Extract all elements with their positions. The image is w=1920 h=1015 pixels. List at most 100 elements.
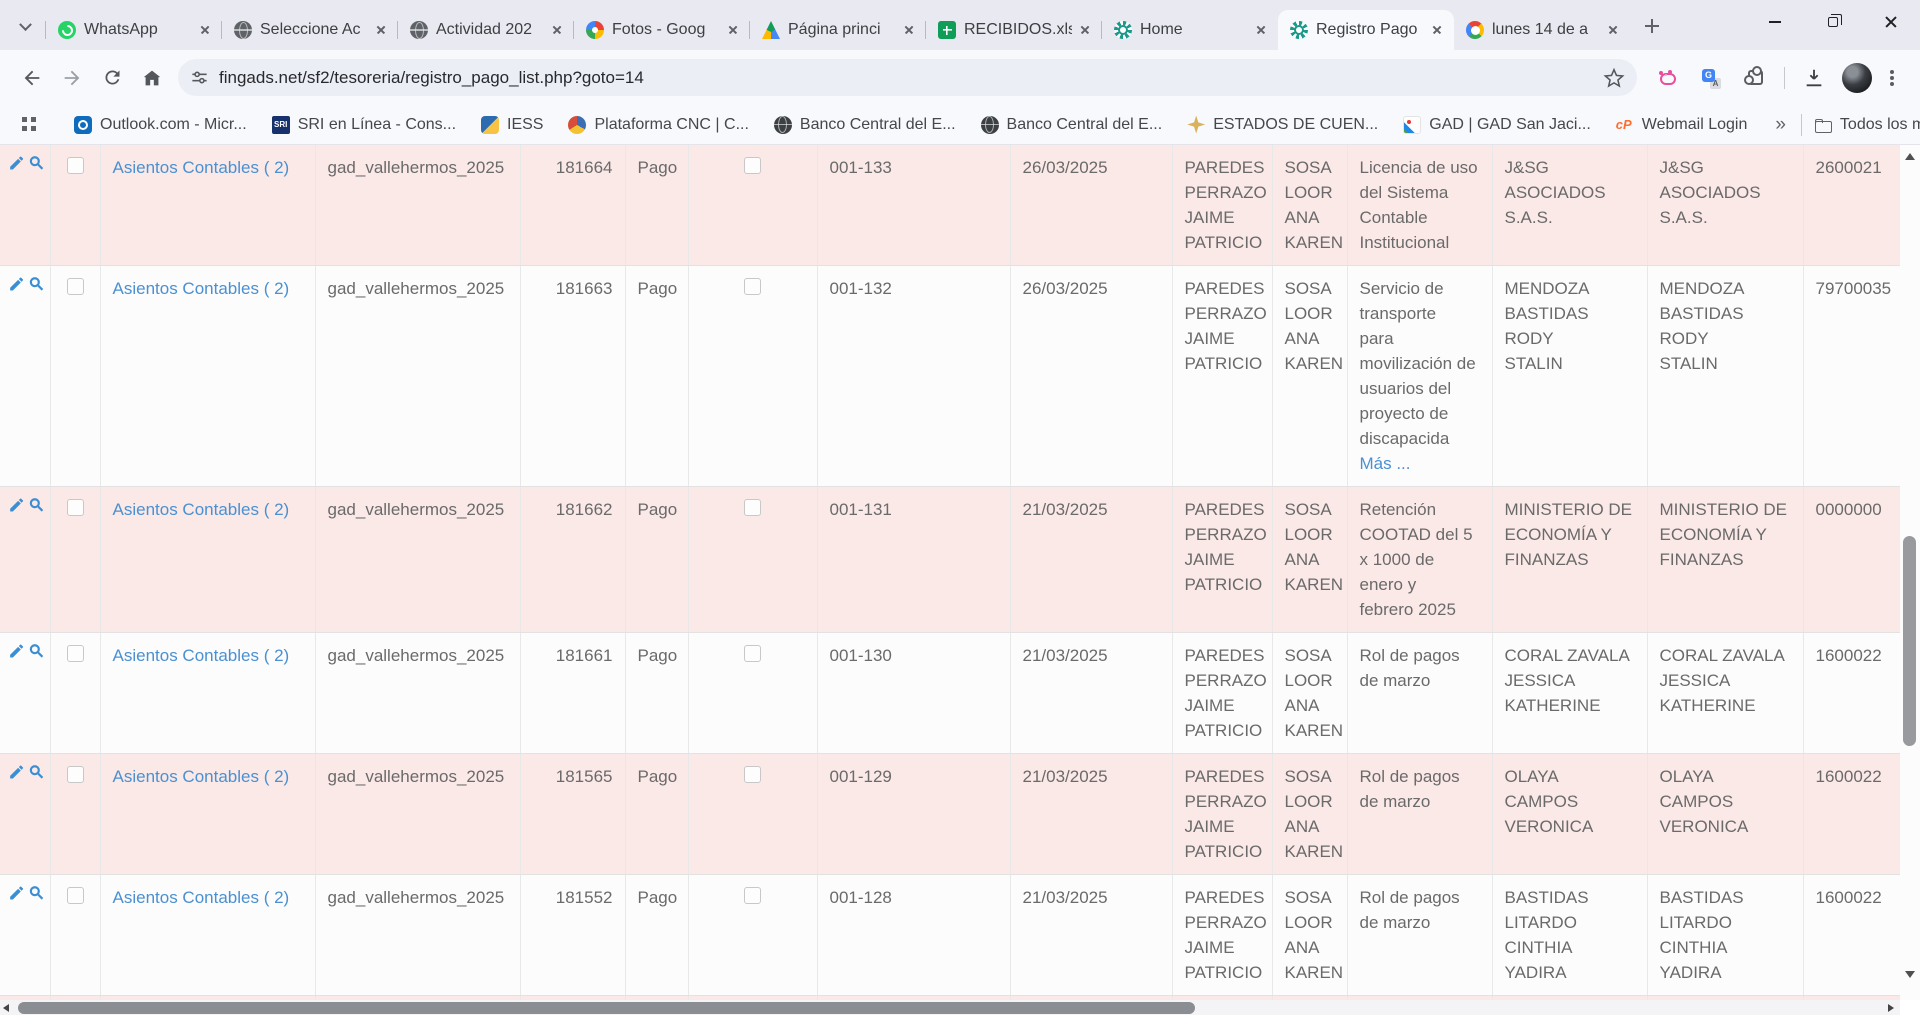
search-icon[interactable]	[28, 274, 45, 294]
table-row: Asientos Contables ( 2) gad_vallehermos_…	[0, 875, 1900, 996]
extensions-button[interactable]	[1735, 58, 1775, 98]
row-flag-checkbox[interactable]	[744, 766, 761, 783]
search-icon[interactable]	[28, 153, 45, 173]
edit-icon[interactable]	[8, 495, 25, 515]
browser-tab[interactable]: Seleccione Ac	[222, 10, 398, 50]
browser-tab[interactable]: lunes 14 de a	[1454, 10, 1630, 50]
scroll-up-icon[interactable]	[1905, 153, 1915, 160]
tab-title: Registro Pago	[1316, 21, 1424, 39]
asientos-contables-link[interactable]: Asientos Contables ( 2)	[113, 767, 290, 786]
close-button[interactable]	[1862, 0, 1920, 44]
tab-close-icon[interactable]	[1428, 21, 1446, 39]
search-icon[interactable]	[28, 762, 45, 782]
browser-tab[interactable]: Registro Pago	[1278, 10, 1454, 50]
downloads-button[interactable]	[1794, 58, 1834, 98]
asientos-contables-link[interactable]: Asientos Contables ( 2)	[113, 158, 290, 177]
bookmark-item[interactable]: ESTADOS DE CUEN...	[1180, 112, 1385, 138]
browser-tab[interactable]: WhatsApp	[46, 10, 222, 50]
edit-icon[interactable]	[8, 883, 25, 903]
browser-tab[interactable]: Home	[1102, 10, 1278, 50]
edit-icon[interactable]	[8, 641, 25, 661]
scroll-right-icon[interactable]	[1888, 1004, 1894, 1012]
tab-close-icon[interactable]	[724, 21, 742, 39]
minimize-button[interactable]	[1746, 0, 1804, 44]
edit-icon[interactable]	[8, 153, 25, 173]
vertical-scrollbar-thumb[interactable]	[1903, 536, 1916, 746]
mas-link[interactable]: Más ...	[1360, 451, 1480, 476]
all-bookmarks-button[interactable]: Todos los marcadores	[1807, 112, 1920, 138]
tab-close-icon[interactable]	[1604, 21, 1622, 39]
scroll-down-icon[interactable]	[1905, 971, 1915, 978]
all-bookmarks[interactable]: Todos los marcadores	[1796, 112, 1920, 138]
row-flag-checkbox[interactable]	[744, 499, 761, 516]
tab-close-icon[interactable]	[1076, 21, 1094, 39]
asientos-contables-link[interactable]: Asientos Contables ( 2)	[113, 646, 290, 665]
restore-button[interactable]	[1804, 0, 1862, 44]
row-select-checkbox[interactable]	[67, 278, 84, 295]
cell-tipo: Pago	[638, 885, 676, 910]
home-button[interactable]	[132, 58, 172, 98]
url-text[interactable]: fingads.net/sf2/tesoreria/registro_pago_…	[219, 68, 1603, 88]
cell-id: 181565	[533, 764, 613, 789]
bookmark-item[interactable]: IESS	[474, 112, 550, 138]
bookmarks-overflow-chevron[interactable]: »	[1765, 114, 1796, 136]
browser-tab[interactable]: Página princi	[750, 10, 926, 50]
tab-close-icon[interactable]	[900, 21, 918, 39]
translate-button[interactable]	[1691, 58, 1731, 98]
horizontal-scrollbar[interactable]	[0, 1000, 1900, 1015]
cell-fecha: 21/03/2025	[1023, 885, 1160, 910]
tab-close-icon[interactable]	[196, 21, 214, 39]
bookmark-item[interactable]: GAD | GAD San Jaci...	[1396, 112, 1598, 138]
scroll-left-icon[interactable]	[3, 1004, 9, 1012]
search-icon[interactable]	[28, 495, 45, 515]
tab-close-icon[interactable]	[1252, 21, 1270, 39]
forward-button[interactable]	[52, 58, 92, 98]
site-settings-icon[interactable]	[190, 68, 209, 87]
tab-search-button[interactable]	[10, 12, 40, 42]
row-select-checkbox[interactable]	[67, 887, 84, 904]
tab-close-icon[interactable]	[548, 21, 566, 39]
row-select-checkbox[interactable]	[67, 645, 84, 662]
profile-avatar[interactable]	[1842, 63, 1872, 93]
asientos-contables-link[interactable]: Asientos Contables ( 2)	[113, 279, 290, 298]
new-tab-button[interactable]	[1638, 12, 1666, 40]
bookmark-item[interactable]: Plataforma CNC | C...	[561, 112, 755, 138]
row-select-checkbox[interactable]	[67, 766, 84, 783]
cell-beneficiario-2: J&SG ASOCIADOS S.A.S.	[1660, 155, 1791, 230]
tab-close-icon[interactable]	[372, 21, 390, 39]
browser-tab[interactable]: Actividad 202	[398, 10, 574, 50]
edit-icon[interactable]	[8, 762, 25, 782]
vertical-scrollbar[interactable]	[1900, 145, 1920, 1000]
row-select-checkbox[interactable]	[67, 157, 84, 174]
cell-descripcion: Rol de pagos de marzo	[1360, 643, 1480, 693]
row-select-checkbox[interactable]	[67, 499, 84, 516]
bookmark-item[interactable]: SRI en Línea - Cons...	[265, 112, 463, 138]
row-flag-checkbox[interactable]	[744, 645, 761, 662]
bookmark-item[interactable]: Banco Central del E...	[974, 112, 1170, 138]
labs-button[interactable]	[1647, 58, 1687, 98]
browser-tab[interactable]: Fotos - Goog	[574, 10, 750, 50]
asientos-contables-link[interactable]: Asientos Contables ( 2)	[113, 500, 290, 519]
cell-beneficiario-1: OLAYA CAMPOS VERONICA	[1505, 764, 1635, 839]
row-flag-checkbox[interactable]	[744, 278, 761, 295]
cell-aprobado-por: SOSA LOOR ANA KAREN	[1285, 885, 1335, 985]
row-flag-checkbox[interactable]	[744, 157, 761, 174]
row-flag-checkbox[interactable]	[744, 887, 761, 904]
edit-icon[interactable]	[8, 274, 25, 294]
back-button[interactable]	[12, 58, 52, 98]
search-icon[interactable]	[28, 641, 45, 661]
reload-button[interactable]	[92, 58, 132, 98]
search-icon[interactable]	[28, 883, 45, 903]
bookmark-item[interactable]: Webmail Login	[1609, 112, 1755, 138]
close-icon	[1884, 15, 1898, 29]
asientos-contables-link[interactable]: Asientos Contables ( 2)	[113, 888, 290, 907]
bookmark-item[interactable]: Outlook.com - Micr...	[67, 112, 254, 138]
table-row: Asientos Contables ( 2) gad_vallehermos_…	[0, 633, 1900, 754]
menu-kebab-icon[interactable]	[1890, 76, 1894, 80]
omnibox[interactable]: fingads.net/sf2/tesoreria/registro_pago_…	[178, 59, 1637, 96]
horizontal-scrollbar-thumb[interactable]	[18, 1002, 1195, 1014]
apps-shortcut[interactable]	[14, 112, 46, 138]
browser-tab[interactable]: RECIBIDOS.xls	[926, 10, 1102, 50]
bookmark-star-icon[interactable]	[1603, 67, 1625, 89]
bookmark-item[interactable]: Banco Central del E...	[767, 112, 963, 138]
